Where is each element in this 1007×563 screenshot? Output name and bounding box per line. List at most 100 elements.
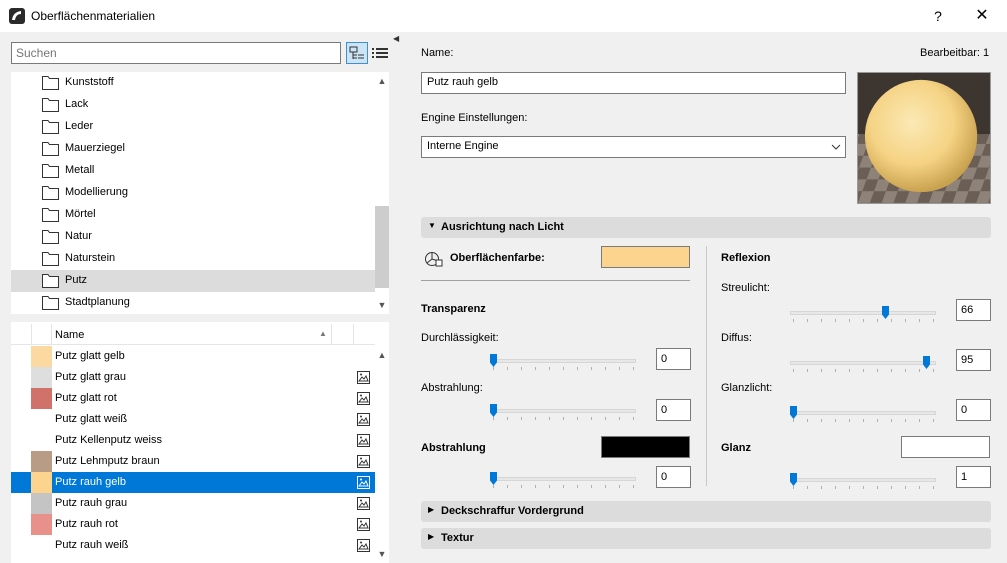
specular-label: Glanzlicht: <box>721 382 773 394</box>
tree-view-icon <box>349 46 364 59</box>
list-item[interactable]: Putz glatt weiß <box>11 409 375 430</box>
folder-icon <box>42 76 59 90</box>
gloss-input[interactable]: 1 <box>956 466 991 488</box>
folder-label: Lack <box>65 98 89 110</box>
image-icon <box>357 539 370 552</box>
ambient-slider[interactable] <box>790 306 936 322</box>
folder-label: Leder <box>65 120 94 132</box>
material-settings: Name: Bearbeitbar: 1 Putz rauh gelb Engi… <box>402 32 1007 563</box>
folder-scrollbar[interactable]: ▲ ▼ <box>375 72 389 314</box>
pane-splitter[interactable]: ◀ <box>392 32 402 563</box>
folder-icon <box>42 120 59 134</box>
gloss-heading: Glanz <box>721 442 751 454</box>
folder-item[interactable]: Mörtel <box>11 204 375 226</box>
search-input[interactable] <box>11 42 341 64</box>
scroll-up-arrow-icon[interactable]: ▲ <box>375 74 389 88</box>
folder-label: Kunststoff <box>65 76 114 88</box>
ambient-input[interactable]: 66 <box>956 299 991 321</box>
emission-input[interactable]: 0 <box>656 466 691 488</box>
folder-icon <box>42 142 59 156</box>
list-item[interactable]: Putz Kellenputz weiss <box>11 430 375 451</box>
list-scrollbar[interactable]: ▲ ▼ <box>375 322 389 563</box>
folder-item[interactable]: Kunststoff <box>11 72 375 94</box>
folder-icon <box>42 252 59 266</box>
list-item[interactable]: Putz rauh grau <box>11 493 375 514</box>
section-light-header[interactable]: ▼ Ausrichtung nach Licht <box>421 217 991 238</box>
folder-item[interactable]: Mauerziegel <box>11 138 375 160</box>
help-button[interactable]: ? <box>928 5 948 27</box>
folder-icon <box>42 274 59 288</box>
section-hatch-header[interactable]: ▶ Deckschraffur Vordergrund <box>421 501 991 522</box>
folder-item[interactable]: Stadtplanung <box>11 292 375 314</box>
list-item[interactable]: Putz Lehmputz braun <box>11 451 375 472</box>
folder-icon <box>42 186 59 200</box>
folder-item[interactable]: Metall <box>11 160 375 182</box>
emission-small-input[interactable]: 0 <box>656 399 691 421</box>
list-item-label: Putz rauh weiß <box>55 539 129 551</box>
folder-label: Naturstein <box>65 252 116 264</box>
list-item[interactable]: Putz glatt gelb <box>11 346 375 367</box>
diffuse-slider[interactable] <box>790 356 936 372</box>
name-label: Name: <box>421 47 454 59</box>
specular-slider[interactable] <box>790 406 936 422</box>
folder-icon <box>42 208 59 222</box>
folder-item[interactable]: Lack <box>11 94 375 116</box>
name-field[interactable]: Putz rauh gelb <box>421 72 846 94</box>
image-icon <box>357 476 370 489</box>
gloss-slider[interactable] <box>790 473 936 489</box>
folder-item[interactable]: Leder <box>11 116 375 138</box>
diffuse-input[interactable]: 95 <box>956 349 991 371</box>
collapsed-triangle-icon: ▶ <box>428 532 435 541</box>
permeability-slider[interactable] <box>490 354 636 370</box>
scroll-thumb[interactable] <box>375 206 389 288</box>
list-item-selected[interactable]: Putz rauh gelb <box>11 472 375 493</box>
folder-item-selected[interactable]: Putz <box>11 270 375 292</box>
folder-icon <box>42 164 59 178</box>
engine-select[interactable]: Interne Engine <box>421 136 846 158</box>
material-color-swatch <box>31 535 52 556</box>
emission-heading: Abstrahlung <box>421 442 486 454</box>
collapse-left-icon[interactable]: ◀ <box>393 34 399 43</box>
column-header-name[interactable]: Name <box>55 329 84 341</box>
gloss-color-swatch[interactable] <box>901 436 990 458</box>
section-texture-header[interactable]: ▶ Textur <box>421 528 991 549</box>
folder-item[interactable]: Natur <box>11 226 375 248</box>
close-button[interactable]: ✕ <box>968 5 996 27</box>
list-item-label: Putz Lehmputz braun <box>55 455 160 467</box>
expanded-triangle-icon: ▼ <box>428 221 436 230</box>
list-item[interactable]: Putz glatt grau <box>11 367 375 388</box>
folder-item[interactable]: Modellierung <box>11 182 375 204</box>
diffuse-label: Diffus: <box>721 332 752 344</box>
scroll-down-arrow-icon[interactable]: ▼ <box>375 298 389 312</box>
image-icon <box>357 497 370 510</box>
scroll-down-arrow-icon[interactable]: ▼ <box>375 547 389 561</box>
list-item[interactable]: Putz rauh weiß <box>11 535 375 556</box>
material-color-swatch <box>31 346 52 367</box>
list-view-button[interactable] <box>370 42 390 64</box>
folder-label: Mauerziegel <box>65 142 125 154</box>
specular-input[interactable]: 0 <box>956 399 991 421</box>
tree-view-button[interactable] <box>346 42 368 64</box>
folder-label: Natur <box>65 230 92 242</box>
permeability-input[interactable]: 0 <box>656 348 691 370</box>
emission-slider[interactable] <box>490 472 636 488</box>
emission-color-swatch[interactable] <box>601 436 690 458</box>
material-color-swatch <box>31 493 52 514</box>
list-view-icon <box>372 48 388 58</box>
list-item-label: Putz rauh gelb <box>55 476 126 488</box>
list-item[interactable]: Putz glatt rot <box>11 388 375 409</box>
scroll-up-arrow-icon[interactable]: ▲ <box>375 348 389 362</box>
app-icon <box>9 8 25 24</box>
folder-icon <box>42 230 59 244</box>
ambient-label: Streulicht: <box>721 282 770 294</box>
surface-color-swatch[interactable] <box>601 246 690 268</box>
chevron-down-icon <box>831 144 841 150</box>
list-item[interactable]: Putz rauh rot <box>11 514 375 535</box>
permeability-label: Durchlässigkeit: <box>421 332 499 344</box>
folder-item[interactable]: Naturstein <box>11 248 375 270</box>
emission-small-slider[interactable] <box>490 404 636 420</box>
image-icon <box>357 392 370 405</box>
engine-label: Engine Einstellungen: <box>421 112 528 124</box>
material-color-swatch <box>31 451 52 472</box>
material-color-swatch <box>31 367 52 388</box>
